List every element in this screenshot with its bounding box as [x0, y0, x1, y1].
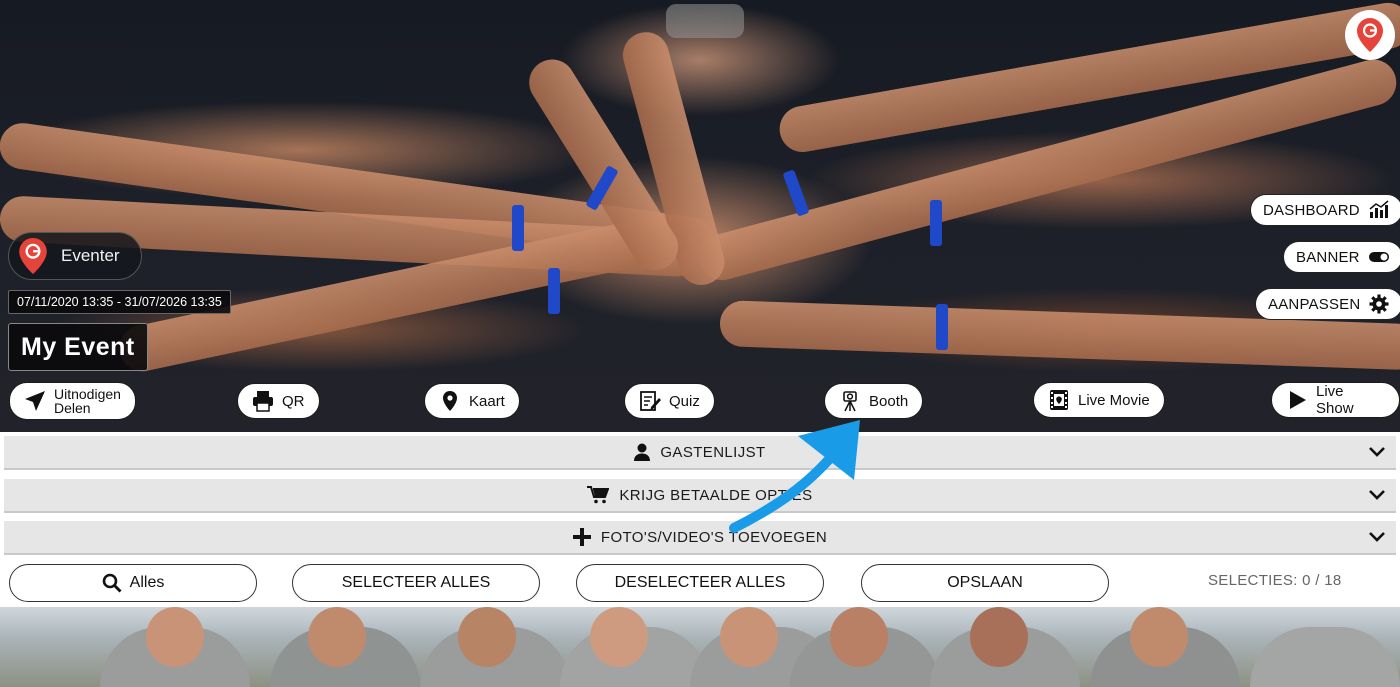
- map-pin-icon: [19, 238, 47, 274]
- camera-tripod-icon: [843, 391, 857, 412]
- dashboard-label: DASHBOARD: [1263, 201, 1360, 219]
- hero-banner: DASHBOARD BANNER AANPASSEN Eventer 07/11…: [0, 0, 1400, 432]
- chevron-down-icon: [1369, 532, 1385, 542]
- add-media-label: FOTO'S/VIDEO'S TOEVOEGEN: [600, 528, 828, 546]
- wristband: [782, 169, 810, 217]
- wristband: [512, 205, 524, 251]
- photo-head: [970, 607, 1028, 667]
- customize-button[interactable]: AANPASSEN: [1255, 288, 1400, 320]
- guestlist-label: GASTENLIJST: [660, 443, 766, 461]
- event-title: My Event: [8, 323, 148, 371]
- photo-head: [146, 607, 204, 667]
- qr-label: QR: [282, 392, 305, 410]
- film-icon: [1050, 390, 1068, 410]
- search-icon: [102, 573, 122, 593]
- photo-head: [308, 607, 366, 667]
- deselect-all-label: DESELECTEER ALLES: [614, 574, 786, 591]
- cart-icon: [587, 486, 610, 504]
- map-label: Kaart: [469, 392, 505, 410]
- booth-label: Booth: [869, 392, 909, 410]
- photo-person: [1250, 627, 1400, 687]
- chevron-down-icon: [1369, 490, 1385, 500]
- guestlist-accordion[interactable]: GASTENLIJST: [4, 436, 1396, 470]
- wristband: [936, 304, 948, 350]
- map-pin-icon: [1357, 18, 1383, 52]
- quiz-label: Quiz: [669, 392, 700, 410]
- play-icon: [1290, 391, 1306, 409]
- filter-label: Alles: [129, 574, 165, 591]
- select-all-button[interactable]: SELECTEER ALLES: [292, 564, 540, 602]
- toggle-icon: [1368, 252, 1389, 262]
- chart-icon: [1369, 200, 1389, 218]
- add-media-accordion[interactable]: FOTO'S/VIDEO'S TOEVOEGEN: [4, 521, 1396, 555]
- photo-head: [458, 607, 516, 667]
- plus-icon: [572, 528, 591, 546]
- edit-note-icon: [640, 391, 661, 411]
- event-date-range: 07/11/2020 13:35 - 31/07/2026 13:35: [8, 290, 231, 314]
- paid-options-accordion[interactable]: KRIJG BETAALDE OPTIES: [4, 479, 1396, 513]
- user-icon: [634, 443, 651, 461]
- dashboard-button[interactable]: DASHBOARD: [1250, 194, 1400, 226]
- banner-button[interactable]: BANNER: [1283, 241, 1400, 273]
- chevron-down-icon: [1369, 447, 1385, 457]
- eventer-logo[interactable]: [1345, 10, 1395, 60]
- quiz-button[interactable]: Quiz: [624, 383, 715, 419]
- printer-icon: [253, 391, 273, 412]
- wristband: [548, 268, 560, 314]
- send-icon: [25, 391, 45, 411]
- live-show-button[interactable]: Live Show: [1271, 382, 1400, 418]
- photo-head: [830, 607, 888, 667]
- filter-all-button[interactable]: Alles: [9, 564, 257, 602]
- invite-label: Uitnodigen Delen: [54, 387, 121, 415]
- blurred-badge: [666, 4, 744, 38]
- photo-head: [590, 607, 648, 667]
- banner-label: BANNER: [1296, 248, 1360, 266]
- booth-button[interactable]: Booth: [824, 383, 924, 419]
- live-movie-label: Live Movie: [1078, 391, 1150, 409]
- gallery-photo-preview[interactable]: [0, 607, 1400, 687]
- photo-head: [720, 607, 778, 667]
- brand-chip: Eventer: [8, 232, 142, 280]
- map-button[interactable]: Kaart: [424, 383, 520, 419]
- select-all-label: SELECTEER ALLES: [341, 574, 491, 591]
- customize-label: AANPASSEN: [1268, 295, 1361, 313]
- photo-head: [1130, 607, 1188, 667]
- deselect-all-button[interactable]: DESELECTEER ALLES: [576, 564, 824, 602]
- live-show-label: Live Show: [1316, 383, 1354, 417]
- invite-line2: Delen: [54, 400, 91, 416]
- paid-options-label: KRIJG BETAALDE OPTIES: [619, 486, 813, 504]
- live-movie-button[interactable]: Live Movie: [1033, 382, 1165, 418]
- invite-share-button[interactable]: Uitnodigen Delen: [9, 382, 136, 420]
- save-button[interactable]: OPSLAAN: [861, 564, 1109, 602]
- brand-label: Eventer: [61, 246, 120, 265]
- location-icon: [443, 391, 457, 411]
- qr-button[interactable]: QR: [237, 383, 320, 419]
- selection-counter: SELECTIES: 0 / 18: [1208, 572, 1342, 589]
- save-label: OPSLAAN: [947, 574, 1023, 591]
- gear-icon: [1369, 294, 1389, 314]
- wristband: [930, 200, 942, 246]
